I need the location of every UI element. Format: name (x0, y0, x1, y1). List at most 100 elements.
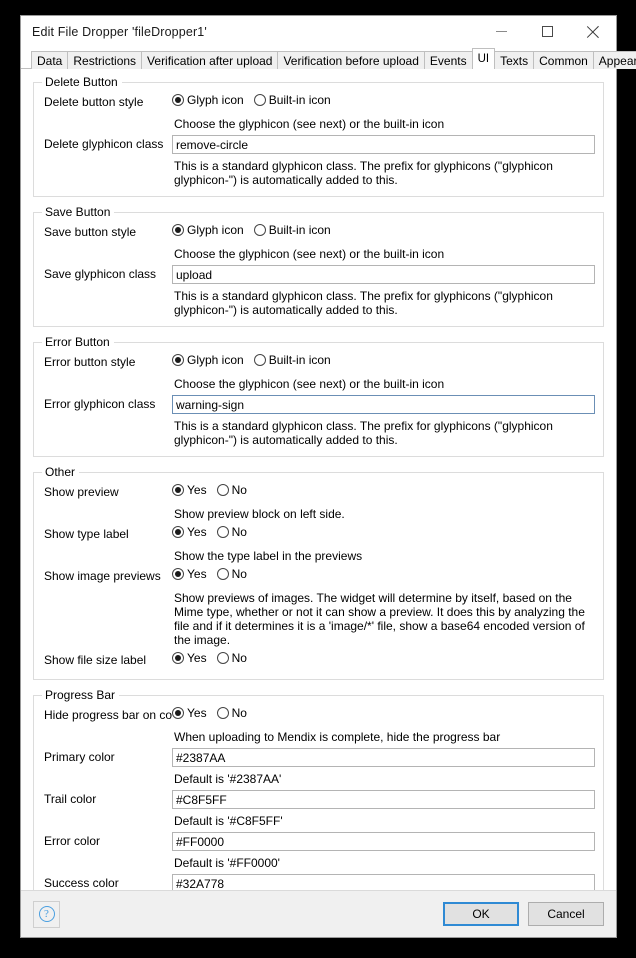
radio-dot-icon (253, 354, 266, 366)
radio-show-preview-yes[interactable]: Yes (172, 483, 207, 497)
radio-label: Yes (187, 567, 207, 581)
radio-show-preview-no[interactable]: No (216, 483, 247, 497)
primary-color-input[interactable] (172, 748, 595, 767)
radio-error-glyph-icon[interactable]: Glyph icon (172, 353, 244, 367)
row-show-type-label: Show type label Yes No (42, 525, 595, 546)
tab-ui[interactable]: UI (471, 48, 496, 69)
radio-label: No (231, 651, 247, 665)
radio-show-image-previews-no[interactable]: No (216, 567, 247, 581)
radio-label: Yes (187, 706, 207, 720)
window-title: Edit File Dropper 'fileDropper1' (32, 24, 207, 39)
ok-button[interactable]: OK (443, 902, 519, 926)
trail-color-input[interactable] (172, 790, 595, 809)
radio-dot-icon (172, 484, 184, 496)
radio-save-builtin-icon[interactable]: Built-in icon (253, 223, 331, 237)
hide-progress-bar-radios: Yes No (172, 706, 257, 720)
help-button[interactable]: ? (33, 900, 60, 928)
row-delete-glyphicon-class: Delete glyphicon class (42, 135, 595, 156)
error-button-style-label: Error button style (44, 355, 136, 369)
radio-delete-glyph-icon[interactable]: Glyph icon (172, 93, 244, 107)
radio-dot-icon (216, 707, 229, 719)
radio-dot-icon (216, 568, 229, 580)
ui-tab-panel: Delete Button Delete button style Glyph … (21, 69, 616, 890)
tab-verification-before-upload[interactable]: Verification before upload (277, 51, 425, 69)
group-delete-button-legend: Delete Button (45, 75, 118, 89)
row-save-glyphicon-class: Save glyphicon class (42, 265, 595, 286)
maximize-icon (541, 26, 553, 37)
radio-dot-icon (172, 354, 184, 366)
radio-show-type-label-no[interactable]: No (216, 525, 247, 539)
show-image-previews-radios: Yes No (172, 567, 257, 581)
radio-label: Built-in icon (268, 223, 331, 237)
radio-dot-icon (172, 526, 184, 538)
trail-color-label: Trail color (44, 792, 97, 806)
radio-label: No (231, 567, 247, 581)
cancel-button[interactable]: Cancel (528, 902, 604, 926)
delete-glyphicon-class-input[interactable] (172, 135, 595, 154)
show-type-label-radios: Yes No (172, 525, 257, 539)
radio-show-image-previews-yes[interactable]: Yes (172, 567, 207, 581)
error-color-label: Error color (44, 834, 101, 848)
radio-delete-builtin-icon[interactable]: Built-in icon (253, 93, 331, 107)
radio-show-type-label-yes[interactable]: Yes (172, 525, 207, 539)
row-error-color: Error color (42, 832, 595, 853)
radio-error-builtin-icon[interactable]: Built-in icon (253, 353, 331, 367)
radio-label: No (231, 483, 247, 497)
error-glyphicon-class-input[interactable] (172, 395, 595, 414)
row-error-glyphicon-class: Error glyphicon class (42, 395, 595, 416)
trail-color-hint: Default is '#C8F5FF' (174, 814, 283, 828)
error-button-style-hint: Choose the glyphicon (see next) or the b… (174, 377, 445, 391)
help-icon: ? (38, 906, 55, 922)
save-button-style-hint: Choose the glyphicon (see next) or the b… (174, 247, 445, 261)
tab-events[interactable]: Events (423, 51, 473, 69)
row-primary-color: Primary color (42, 748, 595, 769)
group-delete-button: Delete Button Delete button style Glyph … (33, 75, 604, 197)
radio-dot-icon (253, 94, 266, 106)
radio-save-glyph-icon[interactable]: Glyph icon (172, 223, 244, 237)
radio-show-file-size-label-no[interactable]: No (216, 651, 247, 665)
radio-dot-icon (216, 652, 229, 664)
group-error-button: Error Button Error button style Glyph ic… (33, 335, 604, 457)
show-preview-label: Show preview (44, 485, 119, 499)
radio-dot-icon (172, 707, 184, 719)
dialog-footer: ? OK Cancel (21, 890, 616, 937)
edit-file-dropper-dialog: Edit File Dropper 'fileDropper1' Data Re… (20, 15, 636, 938)
radio-label: Glyph icon (187, 353, 244, 367)
tab-data[interactable]: Data (31, 51, 69, 69)
group-progress-bar-legend: Progress Bar (45, 688, 116, 702)
save-glyphicon-class-input[interactable] (172, 265, 595, 284)
row-show-image-previews: Show image previews Yes No (42, 567, 595, 588)
radio-show-file-size-label-yes[interactable]: Yes (172, 651, 207, 665)
radio-dot-icon (216, 484, 229, 496)
radio-label: Yes (187, 525, 207, 539)
group-error-button-legend: Error Button (45, 335, 110, 349)
group-progress-bar: Progress Bar Hide progress bar on comp Y… (33, 688, 604, 890)
tab-verification-after-upload[interactable]: Verification after upload (141, 51, 279, 69)
row-hide-progress-bar-on-complete: Hide progress bar on comp Yes No (42, 706, 595, 727)
radio-hide-progress-bar-no[interactable]: No (216, 706, 247, 720)
minimize-button[interactable] (478, 16, 524, 47)
maximize-button[interactable] (524, 16, 570, 47)
delete-button-style-hint: Choose the glyphicon (see next) or the b… (174, 117, 445, 131)
tab-strip: Data Restrictions Verification after upl… (21, 47, 636, 69)
radio-hide-progress-bar-yes[interactable]: Yes (172, 706, 207, 720)
row-trail-color: Trail color (42, 790, 595, 811)
row-show-file-size-label: Show file size label Yes No (42, 651, 595, 672)
close-button[interactable] (570, 16, 616, 47)
group-other-legend: Other (45, 465, 76, 479)
group-save-button-legend: Save Button (45, 205, 111, 219)
radio-label: Built-in icon (268, 93, 331, 107)
minimize-icon (495, 31, 507, 32)
tab-common[interactable]: Common (533, 51, 594, 69)
error-color-input[interactable] (172, 832, 595, 851)
radio-label: Built-in icon (268, 353, 331, 367)
tab-appearance[interactable]: Appearance (592, 51, 636, 69)
radio-dot-icon (172, 652, 184, 664)
radio-label: Glyph icon (187, 93, 244, 107)
success-color-input[interactable] (172, 874, 595, 890)
error-color-hint: Default is '#FF0000' (174, 856, 280, 870)
delete-button-style-radios: Glyph icon Built-in icon (172, 93, 341, 107)
tab-texts[interactable]: Texts (494, 51, 535, 69)
radio-label: Glyph icon (187, 223, 244, 237)
tab-restrictions[interactable]: Restrictions (67, 51, 143, 69)
